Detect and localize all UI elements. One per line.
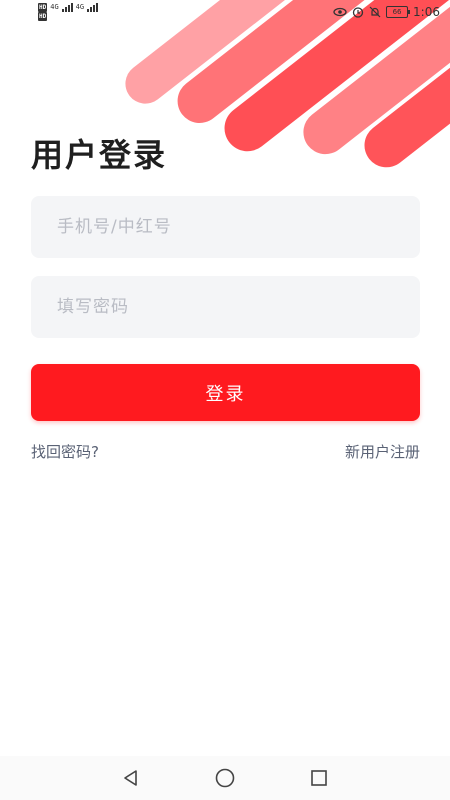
hd-badge: HD bbox=[38, 3, 48, 12]
password-input[interactable] bbox=[55, 296, 396, 318]
forgot-password-link[interactable]: 找回密码? bbox=[31, 441, 99, 462]
phone-field bbox=[31, 196, 420, 258]
alarm-icon bbox=[352, 7, 364, 18]
recents-icon bbox=[311, 770, 327, 786]
navigation-bar bbox=[0, 756, 450, 800]
status-bar: HD 4G 4G HD 66 1:06 bbox=[0, 0, 450, 28]
password-field bbox=[31, 276, 420, 338]
register-link[interactable]: 新用户注册 bbox=[345, 441, 420, 462]
back-icon bbox=[124, 770, 137, 786]
hd-badge: HD bbox=[38, 12, 48, 21]
signal-indicators: HD 4G 4G HD bbox=[38, 3, 99, 21]
back-button[interactable] bbox=[117, 764, 145, 792]
login-button[interactable]: 登录 bbox=[31, 364, 420, 421]
page-title: 用户登录 bbox=[31, 136, 168, 174]
recents-button[interactable] bbox=[305, 764, 333, 792]
status-time: 1:06 bbox=[413, 5, 440, 19]
sim1-network: 4G bbox=[50, 3, 59, 11]
signal-icon bbox=[87, 3, 99, 12]
phone-input[interactable] bbox=[55, 216, 396, 238]
home-button[interactable] bbox=[211, 764, 239, 792]
eye-icon bbox=[333, 7, 347, 17]
battery-icon: 66 bbox=[386, 6, 411, 18]
home-icon bbox=[215, 768, 235, 788]
sim2-network: 4G bbox=[75, 3, 85, 11]
mute-bell-icon bbox=[369, 6, 381, 18]
signal-icon bbox=[61, 3, 73, 12]
